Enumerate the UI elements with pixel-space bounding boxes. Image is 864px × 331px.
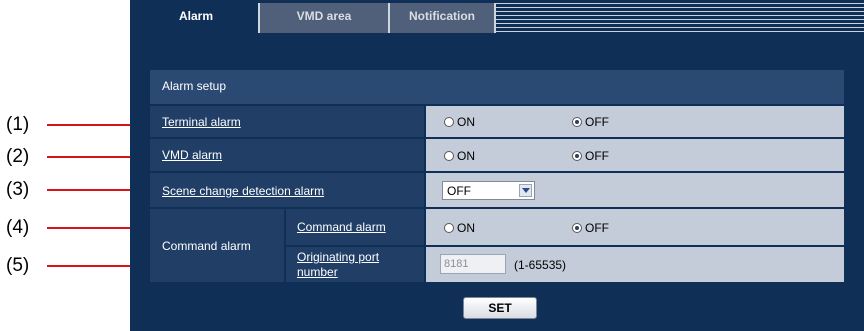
scene-change-value-cell: OFF	[426, 173, 844, 207]
set-button[interactable]: SET	[463, 297, 537, 319]
radio-selected-icon	[572, 117, 582, 127]
callout-number: (1)	[6, 114, 30, 135]
command-alarm-link[interactable]: Command alarm	[297, 220, 386, 234]
radio-icon	[444, 223, 454, 233]
settings-panel: Alarm VMD area Notification Alarm setup …	[130, 0, 864, 331]
section-header: Alarm setup	[150, 70, 844, 104]
command-alarm-value-cell: ON OFF	[426, 209, 844, 245]
radio-icon	[444, 117, 454, 127]
scene-change-select[interactable]: OFF	[442, 181, 535, 200]
terminal-alarm-on-radio[interactable]: ON	[444, 115, 475, 129]
terminal-alarm-link[interactable]: Terminal alarm	[162, 115, 241, 129]
radio-label: OFF	[585, 115, 609, 129]
section-title: Alarm setup	[162, 79, 227, 93]
command-alarm-off-radio[interactable]: OFF	[572, 221, 609, 235]
chevron-down-icon[interactable]	[519, 184, 532, 197]
command-alarm-group-label: Command alarm	[162, 239, 251, 253]
command-alarm-label-cell: Command alarm	[286, 209, 424, 245]
tab-vmd-area[interactable]: VMD area	[260, 3, 388, 33]
radio-label: ON	[457, 149, 475, 163]
alarm-setup-section: Alarm setup Terminal alarm ON OFF VMD al…	[150, 70, 844, 282]
port-value: 8181	[444, 258, 469, 270]
tab-notification[interactable]: Notification	[390, 3, 494, 33]
command-alarm-on-radio[interactable]: ON	[444, 221, 475, 235]
port-range-hint: (1-65535)	[514, 258, 567, 272]
terminal-alarm-value-cell: ON OFF	[426, 106, 844, 137]
radio-label: ON	[457, 115, 475, 129]
radio-selected-icon	[572, 223, 582, 233]
callout-number: (2)	[6, 146, 30, 167]
scene-change-link[interactable]: Scene change detection alarm	[162, 184, 324, 198]
originating-port-link-line1[interactable]: Originating port	[297, 250, 379, 264]
tab-strip-fill	[496, 3, 864, 33]
command-alarm-group-cell: Command alarm	[150, 209, 284, 282]
select-value: OFF	[447, 184, 471, 198]
originating-port-input[interactable]: 8181	[440, 254, 506, 274]
tab-alarm[interactable]: Alarm	[132, 3, 260, 33]
radio-label: OFF	[585, 221, 609, 235]
vmd-alarm-off-radio[interactable]: OFF	[572, 149, 609, 163]
vmd-alarm-label-cell: VMD alarm	[150, 139, 424, 171]
radio-selected-icon	[572, 151, 582, 161]
radio-icon	[444, 151, 454, 161]
originating-port-label-cell: Originating port number	[286, 247, 424, 282]
radio-label: OFF	[585, 149, 609, 163]
terminal-alarm-off-radio[interactable]: OFF	[572, 115, 609, 129]
callout-number: (5)	[6, 255, 30, 276]
radio-label: ON	[457, 221, 475, 235]
callout-number: (4)	[6, 217, 30, 238]
tab-strip: Alarm VMD area Notification	[130, 0, 864, 36]
terminal-alarm-label-cell: Terminal alarm	[150, 106, 424, 137]
scene-change-label-cell: Scene change detection alarm	[150, 173, 424, 207]
vmd-alarm-on-radio[interactable]: ON	[444, 149, 475, 163]
vmd-alarm-link[interactable]: VMD alarm	[162, 148, 222, 162]
originating-port-link-line2[interactable]: number	[297, 265, 338, 279]
callout-number: (3)	[6, 179, 30, 200]
originating-port-value-cell: 8181 (1-65535)	[426, 247, 844, 282]
vmd-alarm-value-cell: ON OFF	[426, 139, 844, 171]
